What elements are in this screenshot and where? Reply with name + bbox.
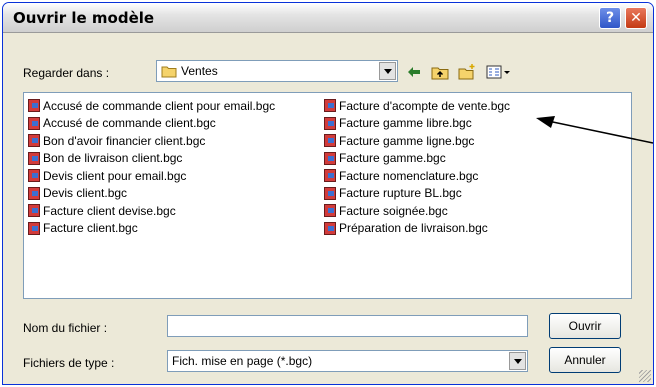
resize-grip-icon[interactable]	[639, 370, 651, 382]
template-file-icon	[324, 169, 336, 183]
filetype-arrow-icon[interactable]	[509, 352, 526, 370]
list-item[interactable]: Facture nomenclature.bgc	[324, 167, 510, 185]
filetype-value: Fich. mise en page (*.bgc)	[172, 354, 313, 368]
filetype-label: Fichiers de type :	[23, 356, 115, 370]
list-item[interactable]: Bon d'avoir financier client.bgc	[28, 132, 275, 150]
filename-input[interactable]	[167, 315, 528, 337]
list-item[interactable]: Facture gamme ligne.bgc	[324, 132, 510, 150]
view-menu-icon[interactable]	[485, 63, 511, 81]
look-in-label: Regarder dans :	[23, 66, 110, 80]
filetype-dropdown[interactable]: Fich. mise en page (*.bgc)	[167, 350, 528, 372]
template-file-icon	[28, 99, 40, 113]
look-in-arrow-icon[interactable]	[379, 62, 396, 80]
file-column-2: Facture d'acompte de vente.bgc Facture g…	[324, 97, 510, 237]
template-file-icon	[324, 186, 336, 200]
template-file-icon	[28, 151, 40, 165]
list-item[interactable]: Accusé de commande client.bgc	[28, 115, 275, 133]
template-file-icon	[324, 221, 336, 235]
template-file-icon	[324, 204, 336, 218]
template-file-icon	[324, 116, 336, 130]
cancel-button[interactable]: Annuler	[549, 347, 621, 373]
list-item[interactable]: Facture d'acompte de vente.bgc	[324, 97, 510, 115]
template-file-icon	[28, 134, 40, 148]
list-item[interactable]: Accusé de commande client pour email.bgc	[28, 97, 275, 115]
template-file-icon	[28, 221, 40, 235]
list-item[interactable]: Facture gamme.bgc	[324, 150, 510, 168]
template-file-icon	[28, 169, 40, 183]
open-template-dialog: Ouvrir le modèle ? ✕ Regarder dans : Ven…	[2, 2, 654, 385]
list-item[interactable]: Facture soignée.bgc	[324, 202, 510, 220]
look-in-dropdown[interactable]: Ventes	[156, 60, 398, 82]
list-item[interactable]: Facture client.bgc	[28, 220, 275, 238]
template-file-icon	[324, 151, 336, 165]
open-button[interactable]: Ouvrir	[549, 313, 621, 339]
list-item[interactable]: Bon de livraison client.bgc	[28, 150, 275, 168]
list-item[interactable]: Facture rupture BL.bgc	[324, 185, 510, 203]
template-file-icon	[324, 99, 336, 113]
list-item[interactable]: Devis client pour email.bgc	[28, 167, 275, 185]
template-file-icon	[28, 186, 40, 200]
filename-label: Nom du fichier :	[23, 321, 108, 335]
look-in-value: Ventes	[181, 64, 218, 78]
template-file-icon	[28, 116, 40, 130]
new-folder-icon[interactable]	[458, 63, 476, 81]
help-button[interactable]: ?	[599, 7, 621, 29]
template-file-icon	[324, 134, 336, 148]
template-file-icon	[28, 204, 40, 218]
list-item[interactable]: Facture gamme libre.bgc	[324, 115, 510, 133]
file-list[interactable]: Accusé de commande client pour email.bgc…	[23, 92, 632, 299]
list-item[interactable]: Préparation de livraison.bgc	[324, 220, 510, 238]
window-title: Ouvrir le modèle	[13, 9, 155, 27]
title-bar[interactable]: Ouvrir le modèle ? ✕	[3, 3, 653, 33]
list-item[interactable]: Facture client devise.bgc	[28, 202, 275, 220]
folder-icon	[161, 64, 177, 81]
back-icon[interactable]	[405, 63, 423, 81]
file-column-1: Accusé de commande client pour email.bgc…	[28, 97, 275, 237]
up-folder-icon[interactable]	[431, 63, 449, 81]
list-item[interactable]: Devis client.bgc	[28, 185, 275, 203]
close-button[interactable]: ✕	[625, 7, 647, 29]
